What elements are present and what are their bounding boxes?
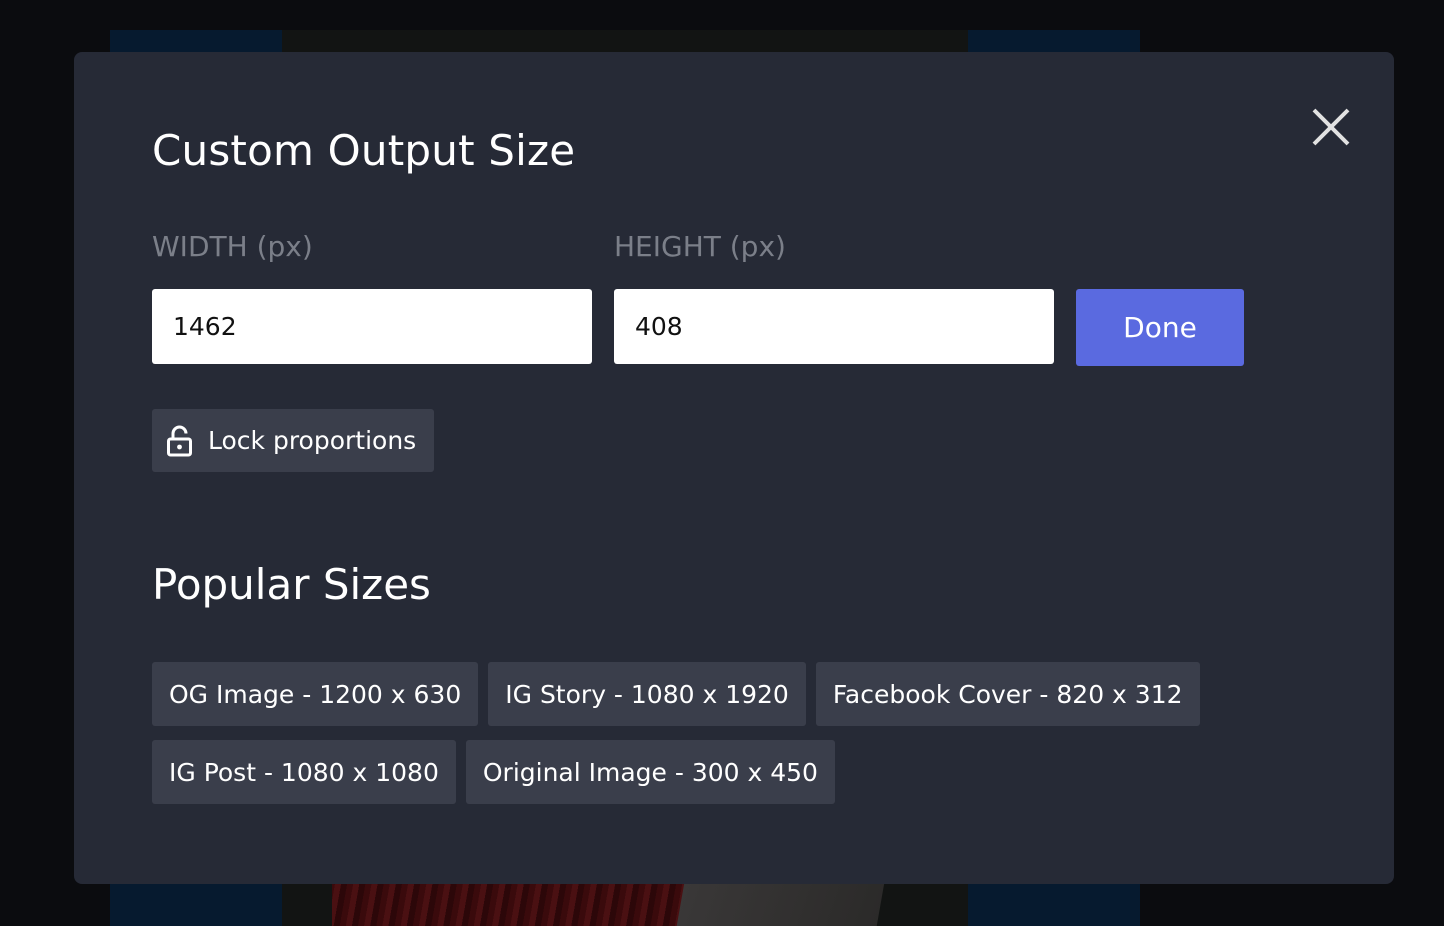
preset-original-image[interactable]: Original Image - 300 x 450 [465,740,835,804]
height-input[interactable] [614,289,1054,364]
popular-sizes-list: OG Image - 1200 x 630 IG Story - 1080 x … [152,662,1252,804]
lock-proportions-label: Lock proportions [208,426,417,455]
unlocked-padlock-icon [167,425,192,456]
preset-og-image[interactable]: OG Image - 1200 x 630 [152,662,479,726]
preset-ig-post[interactable]: IG Post - 1080 x 1080 [152,740,456,804]
height-label: HEIGHT (px) [614,230,786,263]
width-label: WIDTH (px) [152,230,313,263]
done-button[interactable]: Done [1076,289,1244,366]
popular-sizes-heading: Popular Sizes [152,560,431,609]
close-button[interactable] [1312,108,1350,146]
dialog-title: Custom Output Size [152,126,576,175]
width-input[interactable] [152,289,592,364]
preset-facebook-cover[interactable]: Facebook Cover - 820 x 312 [815,662,1200,726]
close-icon [1312,108,1350,146]
lock-proportions-toggle[interactable]: Lock proportions [152,409,435,472]
preset-ig-story[interactable]: IG Story - 1080 x 1920 [488,662,806,726]
custom-output-size-dialog: Custom Output Size WIDTH (px) HEIGHT (px… [74,52,1394,884]
